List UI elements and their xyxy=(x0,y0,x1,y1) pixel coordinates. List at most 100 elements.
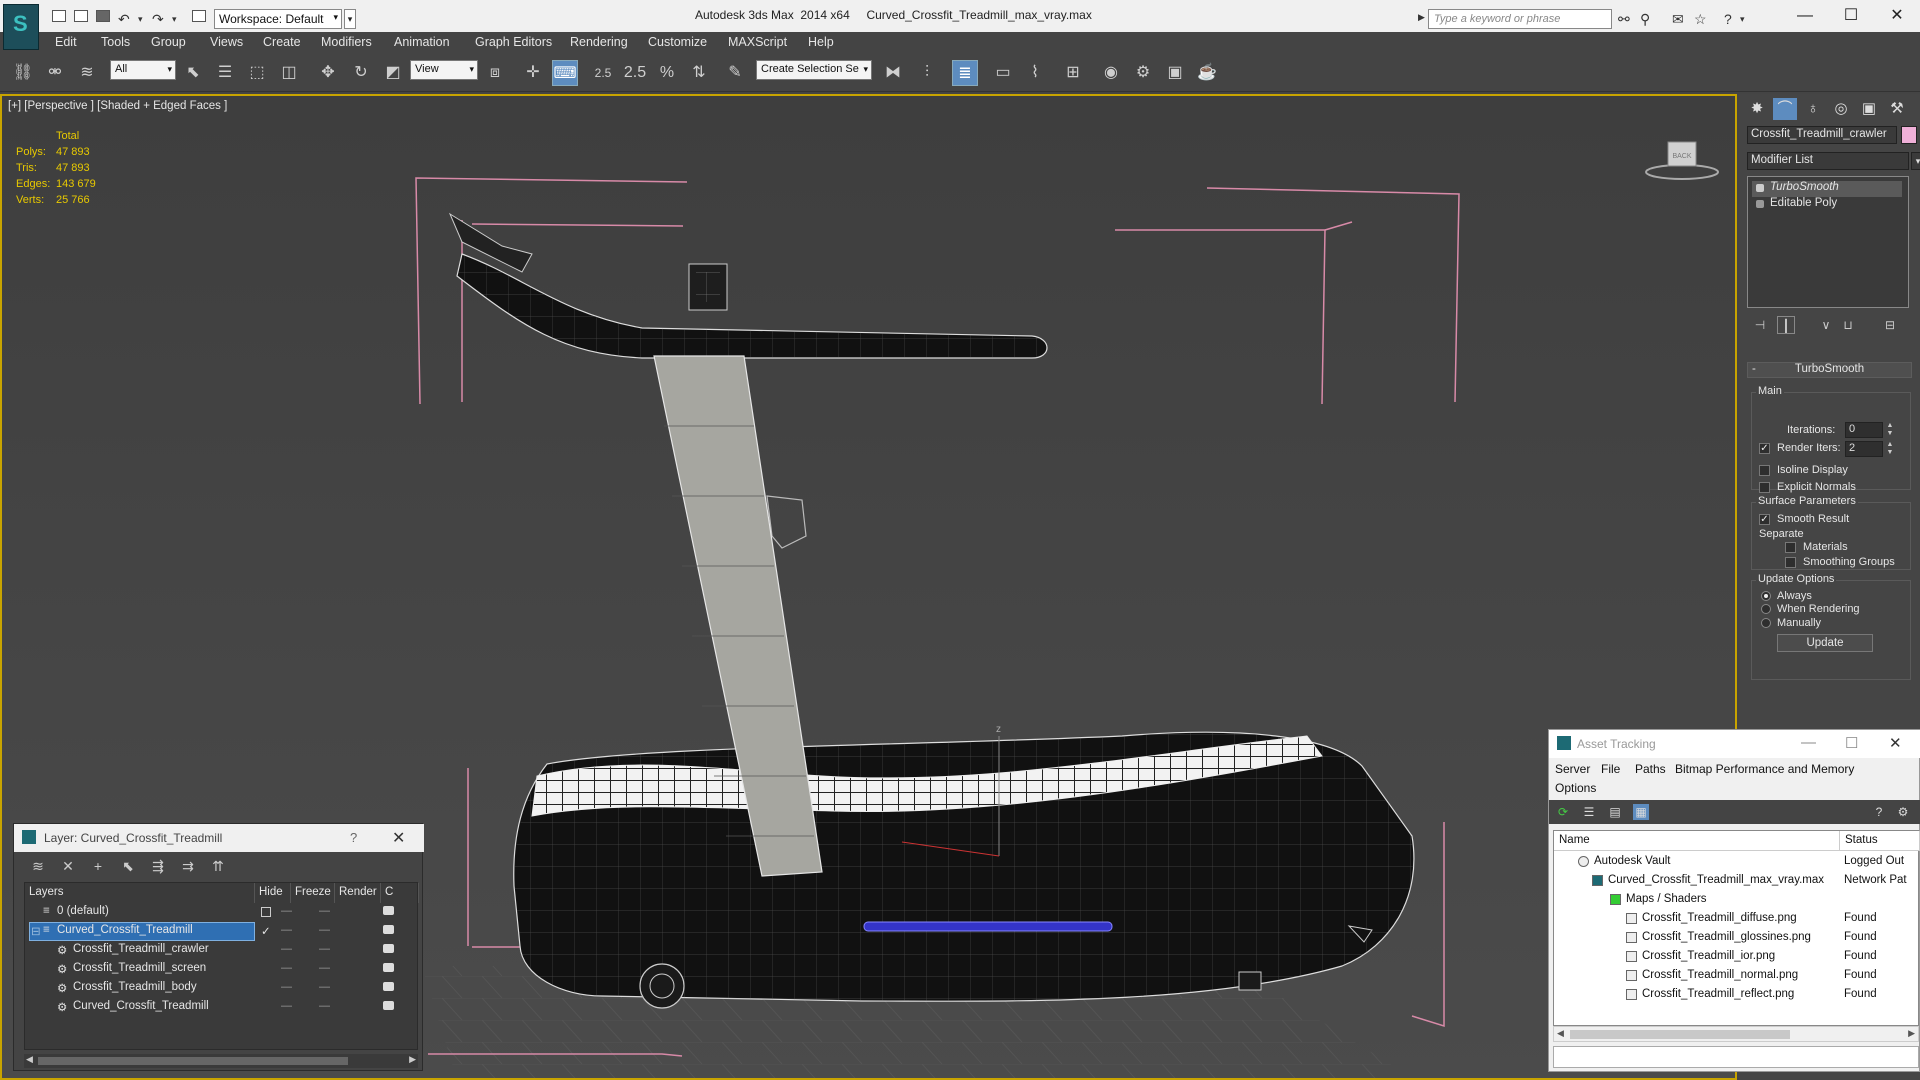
layer-name[interactable]: Curved_Crossfit_Treadmill xyxy=(73,1000,209,1012)
close-button[interactable]: ✕ xyxy=(1874,4,1920,28)
workspace-select[interactable]: Workspace: Default ▾ xyxy=(214,9,342,29)
reference-coord-select[interactable]: View ▾ xyxy=(410,60,478,80)
render-teapot-icon[interactable] xyxy=(383,944,394,953)
material-editor-icon[interactable]: ◉ xyxy=(1098,60,1124,86)
explicit-normals-checkbox[interactable] xyxy=(1759,482,1770,493)
scale-icon[interactable]: ◩ xyxy=(380,60,406,86)
layer-name[interactable]: Crossfit_Treadmill_crawler xyxy=(73,943,209,955)
asset-name[interactable]: Crossfit_Treadmill_reflect.png xyxy=(1642,988,1794,1000)
asset-name[interactable]: Crossfit_Treadmill_diffuse.png xyxy=(1642,912,1797,924)
refresh-icon[interactable]: ⟳ xyxy=(1555,804,1571,820)
scroll-right-icon[interactable]: ▶ xyxy=(1908,1028,1915,1039)
scroll-left-icon[interactable]: ◀ xyxy=(1557,1028,1564,1039)
help-dropdown-icon[interactable]: ▾ xyxy=(1740,14,1745,25)
angle-snap-icon[interactable]: 2.5 xyxy=(622,60,648,86)
chevron-down-icon[interactable]: ▾ xyxy=(1911,152,1920,170)
hide-toggle[interactable]: — xyxy=(281,943,292,955)
rotate-icon[interactable]: ↻ xyxy=(348,60,374,86)
render-iters-spinner[interactable]: 2 xyxy=(1845,441,1883,457)
smoothing-groups-checkbox[interactable] xyxy=(1785,557,1796,568)
close-icon[interactable]: ✕ xyxy=(392,828,405,848)
hide-toggle[interactable]: — xyxy=(281,1000,292,1012)
unlink-icon[interactable]: ⚮ xyxy=(42,60,68,86)
menu-views[interactable]: Views xyxy=(210,35,243,49)
freeze-column-header[interactable]: Freeze xyxy=(291,883,335,903)
render-teapot-icon[interactable] xyxy=(383,925,394,934)
freeze-toggle[interactable]: — xyxy=(319,943,330,955)
schematic-view-icon[interactable]: ⊞ xyxy=(1060,60,1086,86)
menu-animation[interactable]: Animation xyxy=(394,35,450,49)
layer-dialog-titlebar[interactable]: Layer: Curved_Crossfit_Treadmill ? ✕ xyxy=(14,824,424,852)
status-column-header[interactable]: Status xyxy=(1840,831,1920,851)
menu-rendering[interactable]: Rendering xyxy=(570,35,628,49)
select-object-icon[interactable]: ⬉ xyxy=(180,60,206,86)
freeze-toggle[interactable]: — xyxy=(319,1000,330,1012)
table-view-icon[interactable]: ▦ xyxy=(1633,804,1649,820)
viewcube[interactable]: BACK xyxy=(1642,136,1722,181)
render-iters-checkbox[interactable]: ✓ xyxy=(1759,443,1770,454)
modifier-list-select[interactable]: Modifier List xyxy=(1747,152,1909,170)
stack-item-editable-poly[interactable]: Editable Poly xyxy=(1752,197,1902,213)
menu-help[interactable]: Help xyxy=(808,35,834,49)
pivot-center-icon[interactable]: ⧈ xyxy=(482,60,508,86)
asset-name[interactable]: Crossfit_Treadmill_normal.png xyxy=(1642,969,1798,981)
active-layer-check-icon[interactable]: ✓ xyxy=(261,924,271,938)
list-view-icon[interactable]: ☰ xyxy=(1581,804,1597,820)
link-icon[interactable]: ⛓ xyxy=(10,60,36,86)
layer-row[interactable]: ⊟ ≡ Curved_Crossfit_Treadmill ✓ — — xyxy=(25,922,419,941)
asset-table[interactable]: Name Status Autodesk Vault Logged Out Cu… xyxy=(1553,830,1920,1026)
align-icon[interactable]: ⫶ xyxy=(914,60,940,86)
asset-row[interactable]: Autodesk Vault Logged Out xyxy=(1554,853,1920,872)
menu-paths[interactable]: Paths xyxy=(1635,762,1666,776)
asset-row[interactable]: Crossfit_Treadmill_ior.png Found xyxy=(1554,948,1920,967)
create-tab-icon[interactable]: ✸ xyxy=(1745,98,1769,120)
current-layer-box-icon[interactable] xyxy=(261,907,271,917)
when-rendering-radio[interactable] xyxy=(1761,604,1771,614)
isoline-checkbox[interactable] xyxy=(1759,465,1770,476)
close-button[interactable]: ✕ xyxy=(1889,734,1902,752)
asset-name[interactable]: Autodesk Vault xyxy=(1594,855,1671,867)
asset-name[interactable]: Crossfit_Treadmill_ior.png xyxy=(1642,950,1775,962)
utilities-tab-icon[interactable]: ⚒ xyxy=(1885,98,1909,120)
lightbulb-icon[interactable] xyxy=(1756,200,1764,208)
spinner-arrows-icon[interactable]: ▲ ▼ xyxy=(1885,441,1895,457)
menu-create[interactable]: Create xyxy=(263,35,301,49)
hide-toggle[interactable]: — xyxy=(281,924,292,936)
render-teapot-icon[interactable] xyxy=(383,1001,394,1010)
layer-row[interactable]: ⚙ Crossfit_Treadmill_crawler — — xyxy=(25,941,419,960)
freeze-all-layers-icon[interactable]: ⇈ xyxy=(208,856,228,876)
render-teapot-icon[interactable] xyxy=(383,982,394,991)
selection-filter-select[interactable]: All ▾ xyxy=(110,60,176,80)
turbosmooth-rollout-header[interactable]: - TurboSmooth xyxy=(1747,362,1912,378)
render-column-header[interactable]: Render xyxy=(335,883,381,903)
collapse-icon[interactable]: ⊟ xyxy=(31,924,41,938)
menu-maxscript[interactable]: MAXScript xyxy=(728,35,787,49)
asset-row[interactable]: Maps / Shaders xyxy=(1554,891,1920,910)
layer-table[interactable]: Layers Hide Freeze Render C ≡ 0 (default… xyxy=(24,882,419,1050)
asset-tracking-titlebar[interactable]: Asset Tracking — ☐ ✕ xyxy=(1549,730,1920,758)
render-frame-icon[interactable]: ▣ xyxy=(1162,60,1188,86)
smooth-result-checkbox[interactable]: ✓ xyxy=(1759,514,1770,525)
delete-layer-icon[interactable]: ✕ xyxy=(58,856,78,876)
snaps-toggle-icon[interactable]: 2.5 xyxy=(590,60,616,86)
remove-modifier-icon[interactable]: ⊔ xyxy=(1839,316,1857,334)
show-end-result-icon[interactable]: ┃ xyxy=(1777,316,1795,334)
mirror-icon[interactable]: ⧓ xyxy=(880,60,906,86)
menu-customize[interactable]: Customize xyxy=(648,35,707,49)
modifier-stack[interactable]: TurboSmooth Editable Poly xyxy=(1747,176,1909,308)
asset-row[interactable]: Curved_Crossfit_Treadmill_max_vray.max N… xyxy=(1554,872,1920,891)
spinner-arrows-icon[interactable]: ▲ ▼ xyxy=(1885,422,1895,438)
scrollbar-thumb[interactable] xyxy=(1570,1030,1790,1039)
curve-editor-icon[interactable]: ⌇ xyxy=(1022,60,1048,86)
menu-tools[interactable]: Tools xyxy=(101,35,130,49)
hierarchy-tab-icon[interactable]: ♁ xyxy=(1801,98,1825,120)
pin-stack-icon[interactable]: ⊣ xyxy=(1751,316,1769,334)
edit-named-selection-icon[interactable]: ✎ xyxy=(722,60,748,86)
lightbulb-icon[interactable] xyxy=(1756,184,1764,192)
asset-row[interactable]: Crossfit_Treadmill_glossines.png Found xyxy=(1554,929,1920,948)
asset-row[interactable]: Crossfit_Treadmill_normal.png Found xyxy=(1554,967,1920,986)
redo-dropdown-icon[interactable]: ▾ xyxy=(172,14,177,25)
object-name-field[interactable]: Crossfit_Treadmill_crawler xyxy=(1747,126,1897,144)
materials-checkbox[interactable] xyxy=(1785,542,1796,553)
search-input[interactable]: Type a keyword or phrase xyxy=(1428,9,1612,29)
